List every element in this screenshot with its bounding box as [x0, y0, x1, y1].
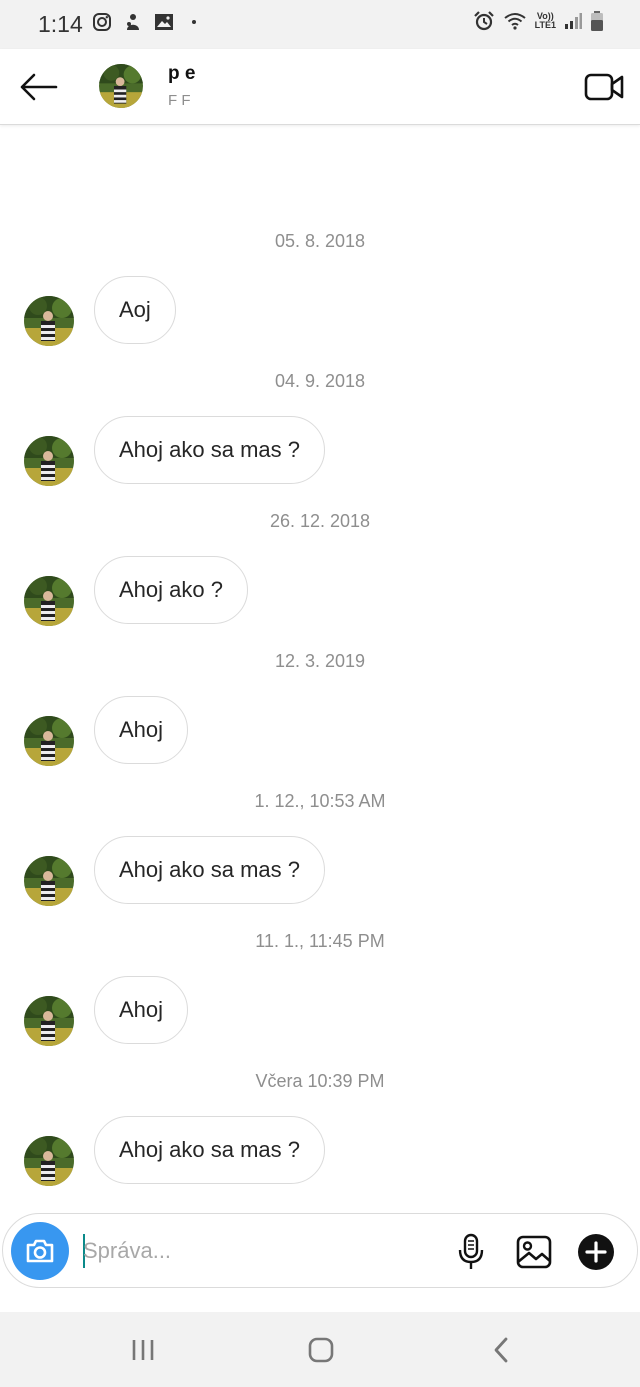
alarm-icon [473, 11, 494, 31]
chevron-left-icon [494, 1337, 508, 1363]
message-bubble[interactable]: Ahoj ako sa mas ? [94, 836, 325, 904]
sender-avatar[interactable] [24, 716, 74, 766]
sender-avatar[interactable] [24, 436, 74, 486]
message-bubble[interactable]: Ahoj [94, 976, 189, 1044]
instagram-icon [93, 13, 111, 31]
back-button[interactable] [16, 67, 60, 107]
image-icon [516, 1235, 552, 1269]
gallery-button[interactable] [513, 1232, 555, 1272]
contact-avatar[interactable] [99, 64, 143, 108]
message-bubble[interactable]: Ahoj ako sa mas ? [94, 416, 325, 484]
camera-icon [26, 1239, 54, 1263]
system-navigation-bar [0, 1312, 640, 1387]
message-timestamp: Včera 10:39 PM [255, 1071, 385, 1091]
home-button[interactable] [296, 1330, 346, 1370]
message-bubble[interactable]: Ahoj ako ? [94, 556, 248, 624]
contact-subtitle: F F [168, 92, 191, 109]
message-bubble[interactable]: Aoj [94, 276, 176, 344]
message-bubble[interactable]: Ahoj [94, 696, 189, 764]
message-thread: 05. 8. 2018 Aoj 04. 9. 2018 Ahoj ako sa … [0, 124, 640, 1213]
contact-name[interactable]: p e [168, 63, 195, 85]
recent-apps-icon [132, 1340, 154, 1360]
avatar-photo [24, 576, 74, 626]
system-back-button[interactable] [476, 1330, 526, 1370]
message-input[interactable] [83, 1232, 423, 1270]
message-composer [2, 1213, 638, 1288]
message-timestamp: 26. 12. 2018 [269, 511, 371, 531]
video-call-button[interactable] [584, 69, 624, 105]
volte-lte-icon: Vo)) LTE1 [535, 12, 556, 30]
avatar-photo [24, 1136, 74, 1186]
recent-apps-button[interactable] [118, 1332, 168, 1368]
avatar-photo [24, 436, 74, 486]
voice-message-button[interactable] [451, 1232, 491, 1272]
message-timestamp: 05. 8. 2018 [274, 231, 366, 251]
status-icons-right: Vo)) LTE1 [473, 10, 604, 32]
microphone-icon [458, 1233, 484, 1269]
message-timestamp: 1. 12., 10:53 AM [254, 791, 386, 811]
avatar-photo [24, 856, 74, 906]
chat-header: p e F F [0, 49, 640, 125]
message-timestamp: 12. 3. 2019 [274, 651, 366, 671]
avatar-photo [24, 296, 74, 346]
message-timestamp: 04. 9. 2018 [274, 371, 366, 391]
image-icon [155, 14, 173, 30]
status-bar: 1:14 Vo)) LTE1 [0, 0, 640, 49]
status-icons-left [92, 12, 199, 32]
sender-avatar[interactable] [24, 296, 74, 346]
message-timestamp: 11. 1., 11:45 PM [255, 931, 385, 951]
signal-icon [565, 13, 582, 29]
wifi-icon [504, 13, 526, 30]
plus-circle-icon [578, 1234, 614, 1270]
dot-icon [192, 20, 196, 24]
message-bubble[interactable]: Ahoj ako sa mas ? [94, 1116, 325, 1184]
status-time: 1:14 [38, 11, 83, 37]
avatar-photo [99, 64, 143, 108]
more-options-button[interactable] [576, 1232, 616, 1272]
arrow-left-icon [20, 73, 58, 101]
lte-label: LTE1 [534, 20, 556, 30]
camera-button[interactable] [11, 1222, 69, 1280]
home-icon [308, 1337, 334, 1363]
sender-avatar[interactable] [24, 996, 74, 1046]
sender-avatar[interactable] [24, 1136, 74, 1186]
battery-icon [591, 11, 603, 31]
avatar-photo [24, 716, 74, 766]
avatar-photo [24, 996, 74, 1046]
video-camera-icon [584, 73, 624, 101]
sender-avatar[interactable] [24, 856, 74, 906]
sender-avatar[interactable] [24, 576, 74, 626]
notification-app-icon [127, 14, 139, 30]
